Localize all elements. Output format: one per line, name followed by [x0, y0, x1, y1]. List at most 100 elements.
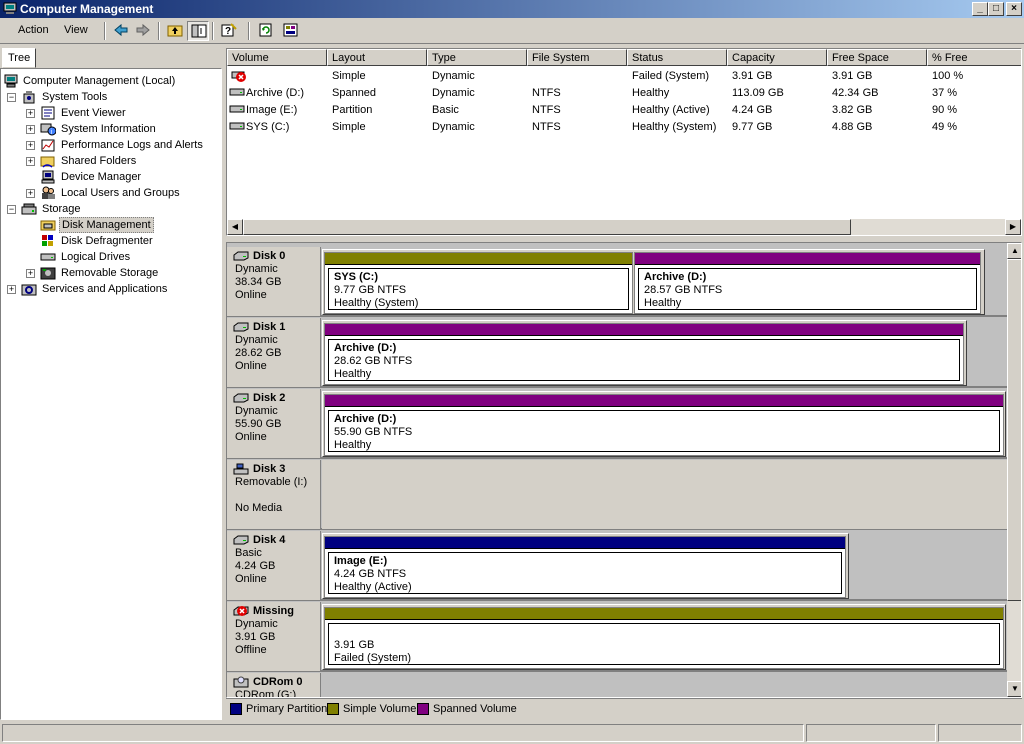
- column-header-free-space[interactable]: Free Space: [827, 49, 927, 66]
- show-hide-tree-button[interactable]: [187, 21, 209, 41]
- volume-size: 3.91 GB: [334, 639, 375, 651]
- tree-item-event-viewer[interactable]: + Event Viewer: [1, 105, 221, 121]
- expand-expander[interactable]: +: [7, 285, 16, 294]
- refresh-button[interactable]: [255, 21, 277, 41]
- tree-item-system-tools[interactable]: − System Tools: [1, 89, 221, 105]
- cell-percent-free: 90 %: [932, 104, 958, 116]
- expand-expander[interactable]: +: [26, 269, 35, 278]
- disk-info[interactable]: CDRom 0 CDRom (G:): [227, 673, 321, 697]
- disk-row: Disk 2 Dynamic 55.90 GB Online Archive (…: [227, 389, 1007, 459]
- disk-size: 3.91 GB: [235, 631, 276, 643]
- tree-item-logical-drives[interactable]: Logical Drives: [1, 249, 221, 265]
- expand-expander[interactable]: +: [26, 125, 35, 134]
- vertical-scrollbar[interactable]: ▲ ▼: [1007, 243, 1021, 697]
- properties-button[interactable]: [280, 21, 302, 41]
- volume-block[interactable]: Archive (D:) 28.57 GB NTFS Healthy: [634, 252, 981, 314]
- tree-item-disk-defragmenter[interactable]: Disk Defragmenter: [1, 233, 221, 249]
- tree-item-removable-storage[interactable]: + Removable Storage: [1, 265, 221, 281]
- tree-item-label: Services and Applications: [42, 283, 168, 295]
- disk-info[interactable]: Disk 2 Dynamic 55.90 GB Online: [227, 389, 321, 458]
- disk-info[interactable]: Disk 1 Dynamic 28.62 GB Online: [227, 318, 321, 387]
- disk-size: 38.34 GB: [235, 276, 282, 288]
- tree-item-label: Computer Management (Local): [23, 75, 176, 87]
- scroll-thumb[interactable]: [243, 219, 851, 235]
- disk-info[interactable]: Missing Dynamic 3.91 GB Offline: [227, 602, 321, 671]
- tree-item-disk-management[interactable]: Disk Management: [1, 217, 221, 233]
- disk-name: Disk 4: [253, 534, 286, 546]
- disk-type: Basic: [235, 547, 262, 559]
- cell-percent-free: 100 %: [932, 70, 964, 82]
- column-header-file-system[interactable]: File System: [527, 49, 627, 66]
- disk-volumes: Archive (D:) 28.62 GB NTFS Healthy: [322, 320, 967, 386]
- tree-item-device-manager[interactable]: Device Manager: [1, 169, 221, 185]
- legend-label: Primary Partition: [246, 703, 328, 715]
- tree-item-services-applications[interactable]: + Services and Applications: [1, 281, 221, 297]
- tree-item-label: System Tools: [42, 91, 108, 103]
- tab-tree[interactable]: Tree: [2, 48, 36, 68]
- volume-block[interactable]: Image (E:) 4.24 GB NTFS Healthy (Active): [324, 536, 846, 598]
- disk-info[interactable]: Disk 4 Basic 4.24 GB Online: [227, 531, 321, 600]
- cell-free-space: 3.91 GB: [832, 70, 873, 82]
- column-header-volume[interactable]: Volume: [227, 49, 327, 66]
- menu-view[interactable]: View: [64, 24, 88, 36]
- tree-item-label: Event Viewer: [61, 107, 126, 119]
- volume-block[interactable]: Archive (D:) 28.62 GB NTFS Healthy: [324, 323, 964, 385]
- cell-volume: Archive (D:): [246, 87, 305, 99]
- expand-expander[interactable]: +: [26, 157, 35, 166]
- tree-item-storage[interactable]: − Storage: [1, 201, 221, 217]
- horizontal-scrollbar[interactable]: ◀ ▶: [227, 219, 1021, 235]
- forward-button[interactable]: [132, 21, 154, 41]
- volume-status: Healthy (System): [334, 297, 419, 309]
- collapse-expander[interactable]: −: [7, 93, 16, 102]
- disk-type: Dynamic: [235, 618, 278, 630]
- disk-name: Disk 1: [253, 321, 286, 333]
- volume-block[interactable]: 3.91 GB Failed (System): [324, 607, 1004, 669]
- cell-percent-free: 49 %: [932, 121, 958, 133]
- scroll-thumb[interactable]: [1007, 259, 1021, 601]
- empty-disk-area[interactable]: [322, 460, 1007, 529]
- disk-info[interactable]: Disk 3 Removable (I:) No Media: [227, 460, 321, 529]
- disk-type: Dynamic: [235, 334, 278, 346]
- help-button[interactable]: ?: [218, 21, 240, 41]
- up-one-level-button[interactable]: [164, 21, 186, 41]
- back-button[interactable]: [110, 21, 132, 41]
- tree-item-shared-folders[interactable]: + Shared Folders: [1, 153, 221, 169]
- column-header-status[interactable]: Status: [627, 49, 727, 66]
- scroll-down-button[interactable]: ▼: [1007, 681, 1021, 697]
- shared-folder-icon: [40, 156, 55, 168]
- tree-item-performance-logs[interactable]: + Performance Logs and Alerts: [1, 137, 221, 153]
- disk-name: Disk 2: [253, 392, 286, 404]
- spanned-volume-bar: [635, 253, 980, 265]
- defragmenter-icon: [42, 235, 53, 246]
- collapse-expander[interactable]: −: [7, 205, 16, 214]
- volume-status: Healthy: [334, 439, 372, 451]
- title-bar[interactable]: Computer Management _ □ ×: [0, 0, 1024, 18]
- column-header-layout[interactable]: Layout: [327, 49, 427, 66]
- scroll-left-button[interactable]: ◀: [227, 219, 243, 235]
- cell-file-system: NTFS: [532, 104, 561, 116]
- minimize-button[interactable]: _: [972, 2, 988, 16]
- column-header-percent-free[interactable]: % Free: [927, 49, 1021, 66]
- maximize-button[interactable]: □: [988, 2, 1004, 16]
- legend-swatch: [230, 703, 242, 715]
- disk-info[interactable]: Disk 0 Dynamic 38.34 GB Online: [227, 247, 321, 316]
- volume-block[interactable]: Archive (D:) 55.90 GB NTFS Healthy: [324, 394, 1004, 456]
- cell-status: Healthy (Active): [632, 104, 710, 116]
- column-header-type[interactable]: Type: [427, 49, 527, 66]
- expand-expander[interactable]: +: [26, 141, 35, 150]
- close-button[interactable]: ×: [1006, 2, 1022, 16]
- disk-size: 4.24 GB: [235, 560, 276, 572]
- menu-action[interactable]: Action: [18, 24, 49, 36]
- tree-item-local-users[interactable]: + Local Users and Groups: [1, 185, 221, 201]
- volume-size: 28.62 GB NTFS: [334, 355, 413, 367]
- disk-row: Disk 4 Basic 4.24 GB Online Image (E:) 4…: [227, 531, 1007, 601]
- expand-expander[interactable]: +: [26, 189, 35, 198]
- volume-block[interactable]: SYS (C:) 9.77 GB NTFS Healthy (System): [324, 252, 633, 314]
- tree-item-root[interactable]: Computer Management (Local): [1, 73, 221, 89]
- scroll-up-button[interactable]: ▲: [1007, 243, 1021, 259]
- column-header-capacity[interactable]: Capacity: [727, 49, 827, 66]
- legend-label: Simple Volume: [343, 703, 417, 715]
- scroll-right-button[interactable]: ▶: [1005, 219, 1021, 235]
- tree-item-system-information[interactable]: + i System Information: [1, 121, 221, 137]
- expand-expander[interactable]: +: [26, 109, 35, 118]
